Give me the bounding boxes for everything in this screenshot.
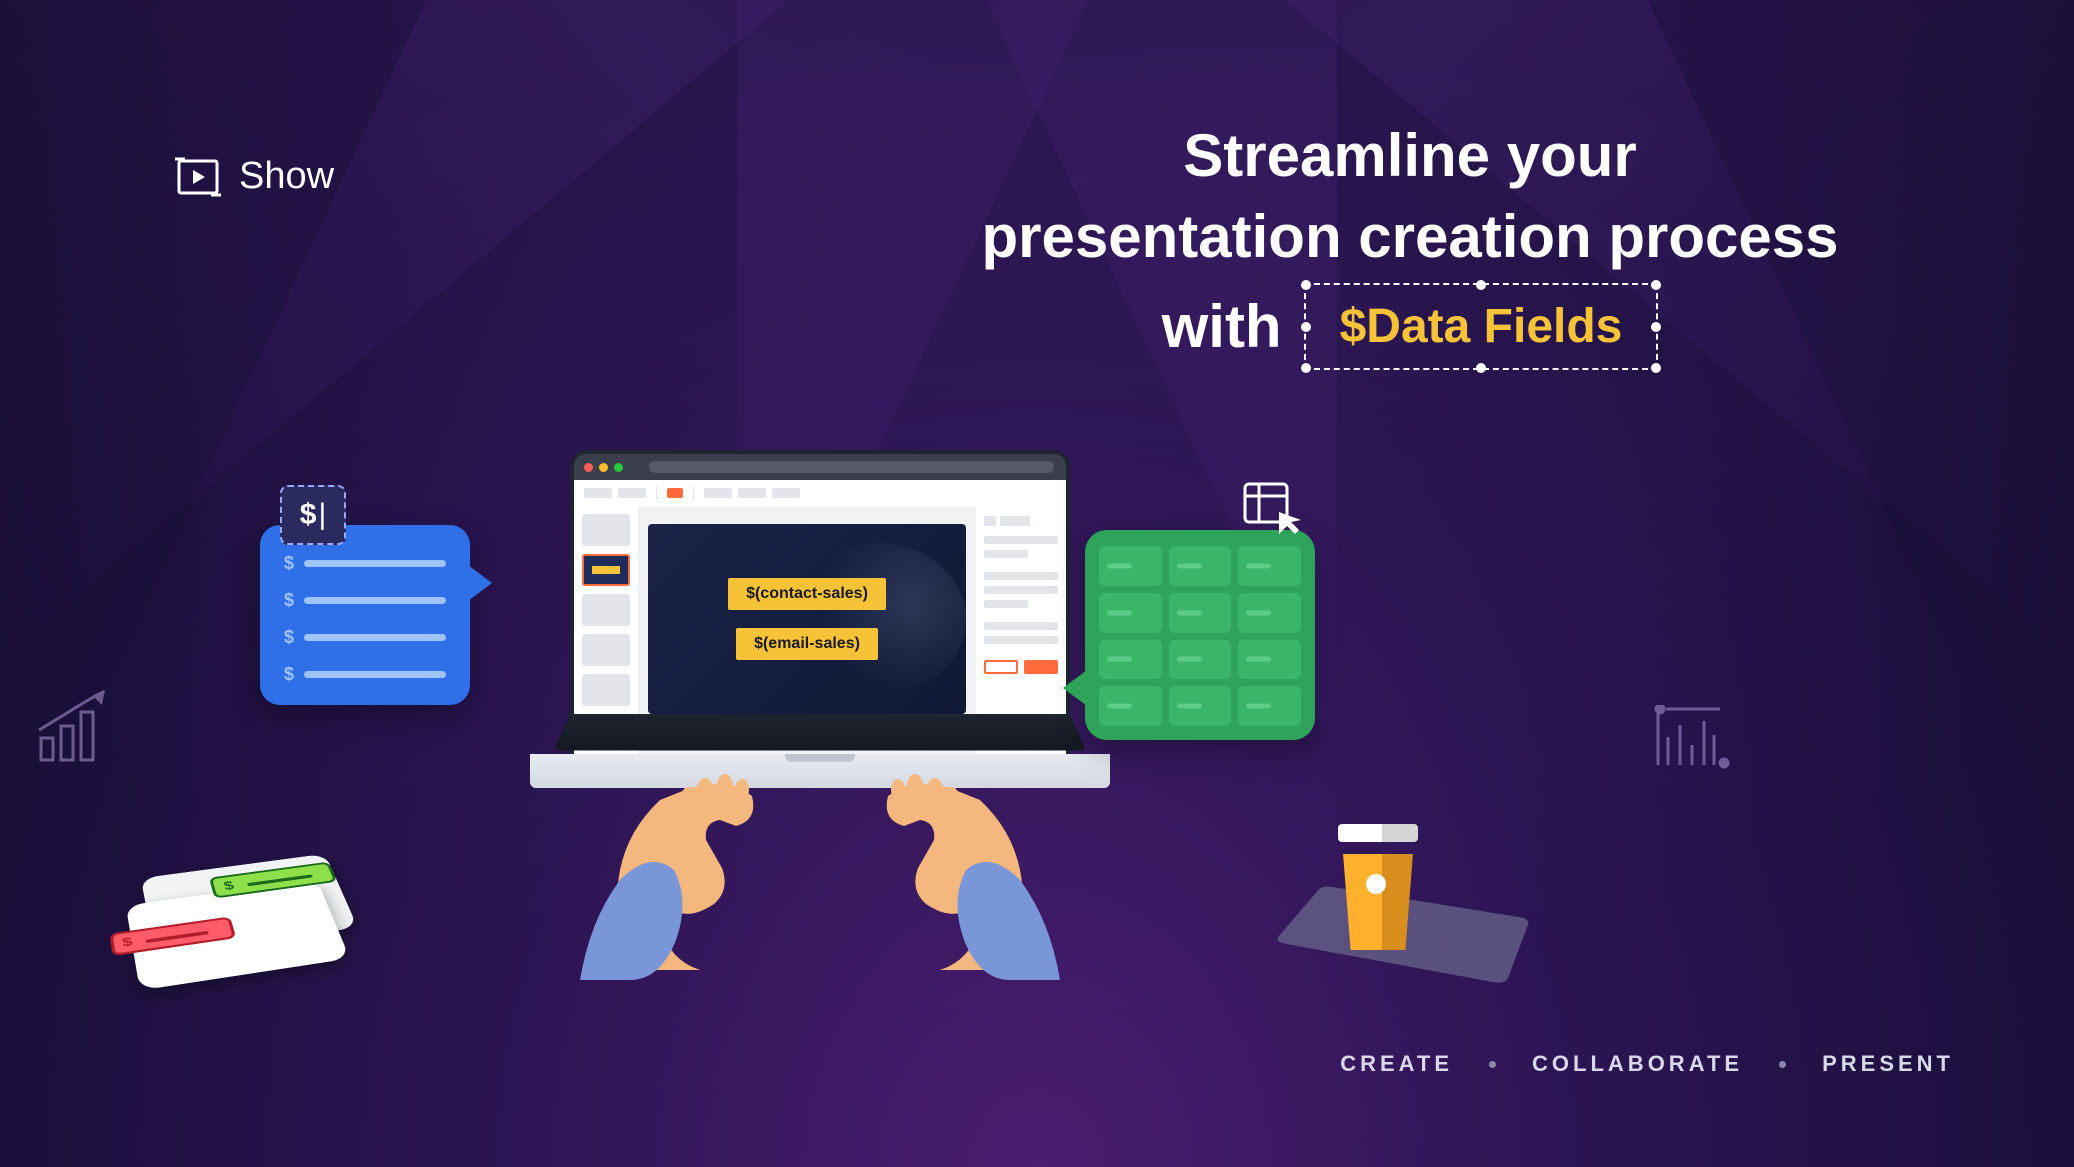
slide-thumbnail xyxy=(582,514,630,546)
headline: Streamline your presentation creation pr… xyxy=(940,115,1880,370)
sheet-cell xyxy=(1169,546,1232,586)
laptop-illustration: $(contact-sales) $(email-sales) xyxy=(530,450,1110,930)
sheet-cell xyxy=(1169,640,1232,680)
bullet-separator-icon xyxy=(1489,1061,1496,1068)
sheet-cell xyxy=(1169,686,1232,726)
selection-handle-icon xyxy=(1301,280,1311,290)
brand-logo: Show xyxy=(175,155,334,198)
selection-handle-icon xyxy=(1476,363,1486,373)
text-cursor-chip-icon: $| xyxy=(280,485,346,545)
sheet-cell xyxy=(1238,640,1301,680)
sheet-cell xyxy=(1099,640,1162,680)
slide-thumbnail-active xyxy=(582,554,630,586)
close-dot-icon xyxy=(584,463,593,472)
minimize-dot-icon xyxy=(599,463,608,472)
dollar-icon: $ xyxy=(284,664,294,685)
sheet-cell xyxy=(1238,546,1301,586)
sheet-cell xyxy=(1238,593,1301,633)
footer-item: CREATE xyxy=(1340,1051,1453,1077)
slide-thumbnail xyxy=(582,634,630,666)
sheet-cell xyxy=(1169,593,1232,633)
spreadsheet-cursor-icon xyxy=(1243,482,1305,543)
selection-handle-icon xyxy=(1651,363,1661,373)
footer-tags: CREATE COLLABORATE PRESENT xyxy=(1340,1051,1954,1077)
brand-name: Show xyxy=(239,155,334,198)
footer-item: COLLABORATE xyxy=(1532,1051,1743,1077)
cards-stack-icon xyxy=(122,851,391,990)
sheet-cell xyxy=(1238,686,1301,726)
spreadsheet-card xyxy=(1085,530,1315,740)
bullet-separator-icon xyxy=(1779,1061,1786,1068)
headline-line1: Streamline your xyxy=(940,115,1880,196)
dollar-icon: $ xyxy=(284,590,294,611)
headline-line2: presentation creation process xyxy=(940,196,1880,277)
footer-item: PRESENT xyxy=(1822,1051,1954,1077)
sheet-cell xyxy=(1099,593,1162,633)
headline-with: with xyxy=(1162,292,1282,361)
show-logo-icon xyxy=(175,157,221,197)
selection-handle-icon xyxy=(1301,322,1311,332)
field-row: $ xyxy=(284,553,446,574)
data-fields-label: $Data Fields xyxy=(1340,300,1623,353)
dollar-cursor-label: $ xyxy=(300,498,317,532)
address-bar-placeholder xyxy=(649,461,1054,473)
selection-handle-icon xyxy=(1301,363,1311,373)
data-field-placeholder: $(contact-sales) xyxy=(728,578,886,610)
app-toolbar xyxy=(574,480,1066,506)
sheet-cell xyxy=(1099,546,1162,586)
growth-chart-outline-icon xyxy=(35,690,115,770)
sheet-cell xyxy=(1099,686,1162,726)
hand-left-icon xyxy=(570,700,810,980)
slide-thumbnail xyxy=(582,594,630,626)
selection-handle-icon xyxy=(1476,280,1486,290)
bar-chart-outline-icon xyxy=(1654,705,1734,780)
selection-handle-icon xyxy=(1651,280,1661,290)
dollar-icon: $ xyxy=(284,627,294,648)
field-row: $ xyxy=(284,627,446,648)
data-field-placeholder: $(email-sales) xyxy=(736,628,878,660)
field-row: $ xyxy=(284,664,446,685)
hand-right-icon xyxy=(830,700,1070,980)
dollar-icon: $ xyxy=(284,553,294,574)
maximize-dot-icon xyxy=(614,463,623,472)
coffee-cup-icon xyxy=(1340,830,1420,950)
data-fields-selection-box: $Data Fields xyxy=(1304,283,1659,370)
window-titlebar xyxy=(574,454,1066,480)
selection-handle-icon xyxy=(1651,322,1661,332)
field-row: $ xyxy=(284,590,446,611)
fields-list-card: $| $ $ $ $ xyxy=(260,525,470,705)
slide-canvas: $(contact-sales) $(email-sales) xyxy=(648,524,966,714)
